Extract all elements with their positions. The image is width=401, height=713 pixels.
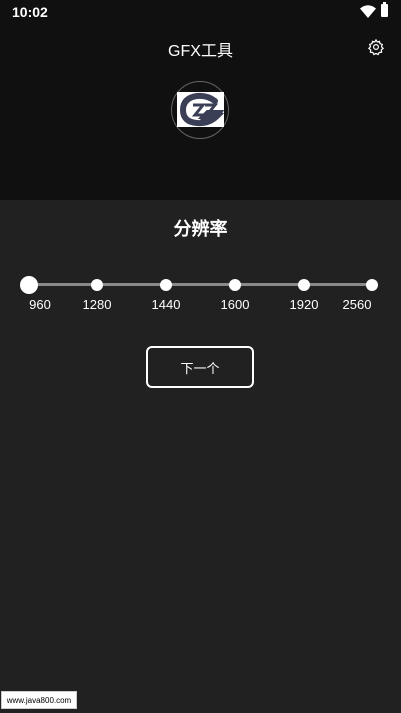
app-logo-icon — [177, 92, 224, 127]
slider-stop-1920[interactable] — [298, 279, 310, 291]
slider-stop-1280[interactable] — [91, 279, 103, 291]
slider-stop-1440[interactable] — [160, 279, 172, 291]
page-title: GFX工具 — [168, 43, 233, 60]
status-bar: 10:02 — [0, 0, 401, 24]
gear-icon[interactable] — [367, 38, 385, 56]
slider-label: 2560 — [342, 297, 372, 312]
app-header: 10:02 GFX工具 — [0, 0, 401, 200]
next-button[interactable]: 下一个 — [146, 346, 254, 388]
slider-stop-2560[interactable] — [366, 279, 378, 291]
slider-label: 1920 — [289, 297, 319, 312]
slider-label: 1280 — [82, 297, 112, 312]
watermark: www.java800.com — [1, 691, 77, 709]
slider-label: 1440 — [151, 297, 181, 312]
slider-track[interactable] — [29, 283, 372, 286]
slider-label: 1600 — [220, 297, 250, 312]
slider-label: 960 — [29, 297, 51, 312]
slider-stop-1600[interactable] — [229, 279, 241, 291]
wifi-icon — [360, 5, 376, 18]
slider-stop-960[interactable] — [20, 276, 38, 294]
resolution-slider[interactable]: 960 1280 1440 1600 1920 2560 — [0, 270, 401, 320]
battery-icon — [381, 2, 388, 17]
section-title: 分辨率 — [173, 219, 228, 239]
status-time: 10:02 — [12, 4, 48, 20]
